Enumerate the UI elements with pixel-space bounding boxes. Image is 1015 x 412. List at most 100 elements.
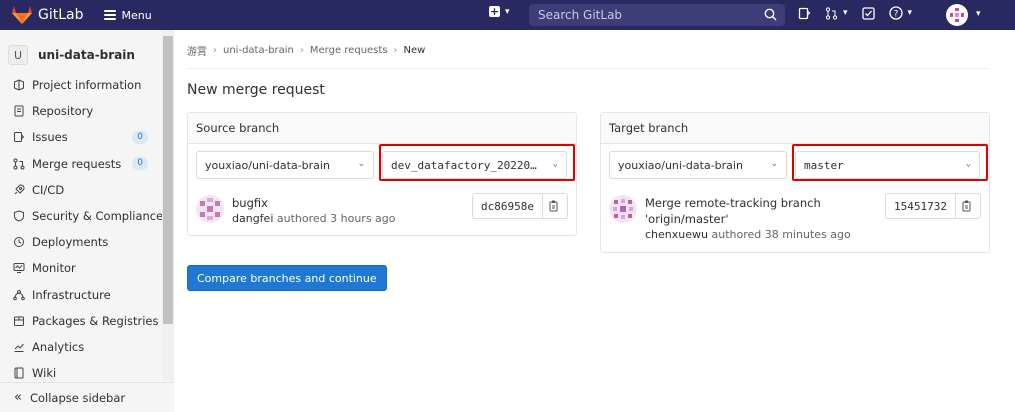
- source-commit: bugfix dangfei authored 3 hours ago: [196, 195, 396, 227]
- sidebar-item-security-compliance[interactable]: Security & Compliance: [0, 203, 173, 229]
- svg-text:?: ?: [893, 9, 898, 19]
- sidebar-item-analytics[interactable]: Analytics: [0, 334, 173, 360]
- sidebar-item-deployments[interactable]: Deployments: [0, 229, 173, 255]
- source-commit-title[interactable]: bugfix: [232, 195, 396, 211]
- chevron-down-icon: ⌄: [770, 159, 778, 169]
- chevron-down-icon: ▾: [843, 8, 848, 18]
- breadcrumb-project-link[interactable]: uni-data-brain: [223, 45, 294, 56]
- deployments-icon: [13, 236, 25, 248]
- target-sha-group: 15451732: [885, 193, 981, 219]
- sidebar-item-label: Deployments: [32, 235, 109, 250]
- new-dropdown[interactable]: + ▾: [489, 6, 510, 17]
- sidebar-item-repository[interactable]: Repository: [0, 98, 173, 124]
- monitor-icon: [13, 262, 25, 274]
- source-commit-time: authored 3 hours ago: [276, 212, 396, 225]
- search-icon: [764, 8, 777, 21]
- chevron-down-icon: ▾: [976, 9, 981, 19]
- sidebar-item-ci-cd[interactable]: CI/CD: [0, 177, 173, 203]
- breadcrumb-merge-requests-link[interactable]: Merge requests: [310, 45, 388, 56]
- user-identicon-icon: [948, 6, 966, 24]
- info-icon: [13, 79, 25, 91]
- rocket-icon: [13, 184, 25, 196]
- sidebar-item-label: Security & Compliance: [32, 209, 164, 224]
- book-icon: [13, 367, 25, 379]
- gitlab-home-link[interactable]: GitLab: [12, 6, 84, 24]
- author-identicon-icon: [196, 195, 224, 223]
- copy-icon: [962, 200, 971, 212]
- chart-icon: [13, 341, 25, 353]
- target-commit-title-line-1[interactable]: Merge remote-tracking branch: [645, 195, 851, 211]
- breadcrumb-group-link[interactable]: 游霄: [187, 43, 207, 58]
- help-icon[interactable]: ? ▾: [888, 6, 913, 20]
- target-commit-sha[interactable]: 15451732: [886, 194, 956, 218]
- sidebar-item-infrastructure[interactable]: Infrastructure: [0, 282, 173, 308]
- source-sha-group: dc86958e: [472, 193, 568, 219]
- target-branch-highlight: [792, 144, 988, 181]
- merge-requests-count-badge: 0: [132, 157, 148, 171]
- source-branch-highlight: [379, 144, 575, 181]
- breadcrumb-current: New: [403, 45, 426, 56]
- source-project-value: youxiao/uni-data-brain: [205, 158, 330, 172]
- sidebar: U uni-data-brain Project information Rep…: [0, 30, 174, 412]
- sidebar-item-label: Project information: [32, 78, 142, 93]
- brand-name: GitLab: [38, 7, 84, 23]
- merge-requests-nav-icon[interactable]: ▾: [825, 6, 848, 20]
- target-branch-heading: Target branch: [601, 113, 989, 144]
- page-title: New merge request: [187, 82, 325, 98]
- source-commit-sha[interactable]: dc86958e: [473, 194, 543, 218]
- user-avatar[interactable]: [946, 4, 968, 26]
- sidebar-item-merge-requests[interactable]: Merge requests 0: [0, 151, 173, 177]
- issues-todo-icon[interactable]: [798, 7, 811, 20]
- sidebar-item-label: Issues: [32, 130, 68, 145]
- gitlab-logo-icon: [12, 6, 32, 24]
- source-commit-author[interactable]: dangfei: [232, 212, 273, 225]
- project-avatar: U: [8, 45, 28, 65]
- package-icon: [13, 315, 25, 327]
- source-project-dropdown[interactable]: youxiao/uni-data-brain ⌄: [196, 151, 374, 179]
- breadcrumb-divider: [187, 68, 989, 69]
- sidebar-scrollbar-thumb[interactable]: [163, 36, 173, 324]
- document-icon: [13, 105, 25, 117]
- sidebar-item-label: Merge requests: [32, 156, 122, 171]
- issues-count-badge: 0: [132, 130, 148, 144]
- shield-icon: [13, 210, 25, 222]
- sidebar-item-label: Analytics: [32, 339, 85, 354]
- sidebar-project-link[interactable]: U uni-data-brain: [0, 30, 173, 70]
- copy-sha-button[interactable]: [543, 194, 567, 218]
- double-chevron-left-icon: «: [14, 390, 22, 405]
- chevron-right-icon: ›: [213, 45, 217, 56]
- chevron-down-icon: ⌄: [357, 159, 365, 169]
- source-branch-heading: Source branch: [188, 113, 576, 144]
- copy-icon: [549, 200, 558, 212]
- menu-button[interactable]: Menu: [103, 8, 152, 22]
- main-content: 游霄 › uni-data-brain › Merge requests › N…: [175, 30, 1015, 412]
- breadcrumb: 游霄 › uni-data-brain › Merge requests › N…: [187, 43, 425, 58]
- sidebar-item-label: CI/CD: [32, 182, 65, 197]
- sidebar-item-packages-registries[interactable]: Packages & Registries: [0, 308, 173, 334]
- copy-sha-button[interactable]: [956, 194, 980, 218]
- todo-checkbox-icon[interactable]: [861, 6, 875, 20]
- sidebar-item-label: Packages & Registries: [32, 313, 159, 328]
- target-project-value: youxiao/uni-data-brain: [618, 158, 743, 172]
- merge-request-icon: [13, 158, 25, 170]
- target-commit-title-line-2[interactable]: 'origin/master': [645, 211, 851, 227]
- sidebar-nav: Project information Repository Issues 0 …: [0, 72, 173, 386]
- chevron-down-icon: ▾: [907, 8, 913, 18]
- target-branch-card: Target branch youxiao/uni-data-brain ⌄ m…: [600, 112, 990, 253]
- sidebar-item-issues[interactable]: Issues 0: [0, 124, 173, 150]
- target-commit-time: authored 38 minutes ago: [711, 228, 851, 241]
- sidebar-item-monitor[interactable]: Monitor: [0, 255, 173, 281]
- infrastructure-icon: [13, 289, 25, 301]
- target-commit-author[interactable]: chenxuewu: [645, 228, 708, 241]
- chevron-right-icon: ›: [299, 45, 304, 56]
- menu-label: Menu: [121, 8, 152, 22]
- compare-branches-button[interactable]: Compare branches and continue: [187, 265, 387, 291]
- target-commit: Merge remote-tracking branch 'origin/mas…: [609, 195, 851, 243]
- top-navbar: GitLab Menu + ▾ Search GitLab ▾ ? ▾ ▾: [0, 0, 1015, 30]
- sidebar-item-label: Monitor: [32, 261, 76, 276]
- target-project-dropdown[interactable]: youxiao/uni-data-brain ⌄: [609, 151, 787, 179]
- search-input[interactable]: Search GitLab: [529, 4, 785, 26]
- collapse-sidebar-button[interactable]: « Collapse sidebar: [0, 382, 174, 412]
- search-placeholder: Search GitLab: [538, 8, 623, 22]
- sidebar-item-project-information[interactable]: Project information: [0, 72, 173, 98]
